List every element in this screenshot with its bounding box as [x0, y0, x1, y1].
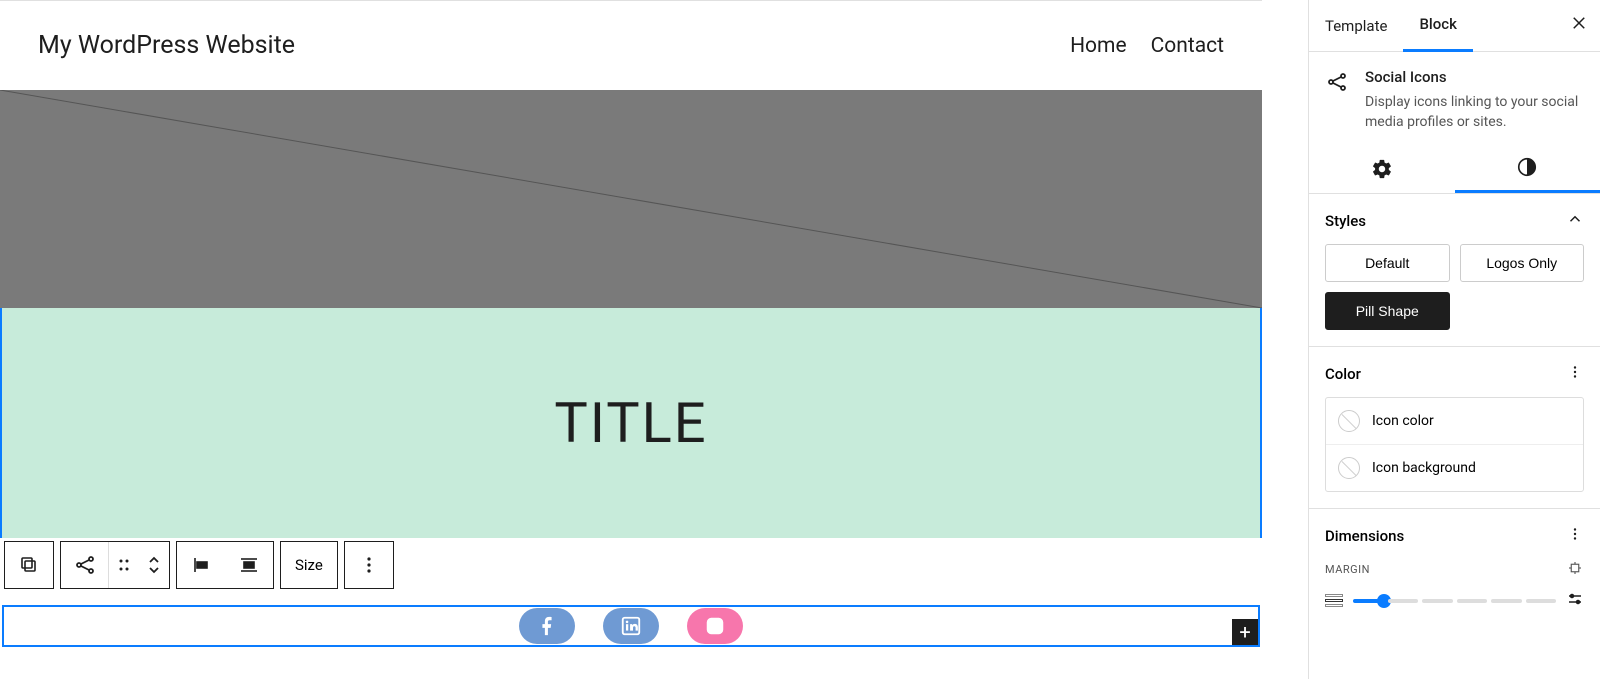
custom-size-icon[interactable]	[1566, 590, 1584, 612]
close-icon[interactable]	[1570, 14, 1588, 36]
share-icon[interactable]	[61, 542, 109, 588]
block-title: Social Icons	[1365, 68, 1584, 86]
margin-slider[interactable]	[1353, 599, 1556, 603]
settings-subtab[interactable]	[1309, 145, 1455, 193]
dimensions-panel: Dimensions MARGIN	[1309, 509, 1600, 628]
featured-image-placeholder[interactable]	[0, 90, 1262, 308]
nav-menu: Home Contact	[1070, 34, 1224, 58]
title-block[interactable]: TITLE	[0, 308, 1262, 538]
style-logos-only-button[interactable]: Logos Only	[1460, 244, 1585, 282]
more-options-icon[interactable]	[1566, 363, 1584, 385]
more-options-icon[interactable]	[1566, 525, 1584, 547]
inspector-subtabs	[1309, 145, 1600, 194]
unlink-sides-icon[interactable]	[1566, 559, 1584, 580]
nav-link-home[interactable]: Home	[1070, 34, 1127, 58]
nav-link-contact[interactable]: Contact	[1151, 34, 1224, 58]
icon-color-label: Icon color	[1372, 413, 1434, 429]
chevron-up-icon[interactable]	[1566, 210, 1584, 232]
settings-sidebar: Template Block Social Icons Display icon…	[1308, 0, 1600, 679]
icon-color-row[interactable]: Icon color	[1326, 398, 1583, 445]
size-button[interactable]: Size	[281, 542, 337, 588]
box-sides-icon	[1325, 594, 1343, 607]
tab-template[interactable]: Template	[1309, 0, 1403, 52]
icon-background-label: Icon background	[1372, 460, 1476, 476]
linkedin-icon[interactable]	[603, 608, 659, 644]
social-icons-block[interactable]: +	[2, 605, 1260, 647]
margin-label: MARGIN	[1325, 563, 1370, 576]
dimensions-heading: Dimensions	[1325, 527, 1404, 545]
style-default-button[interactable]: Default	[1325, 244, 1450, 282]
facebook-icon[interactable]	[519, 608, 575, 644]
empty-swatch-icon	[1338, 410, 1360, 432]
block-info: Social Icons Display icons linking to yo…	[1309, 52, 1600, 145]
empty-swatch-icon	[1338, 457, 1360, 479]
site-header: My WordPress Website Home Contact	[0, 1, 1262, 90]
style-pill-shape-button[interactable]: Pill Shape	[1325, 292, 1450, 330]
icon-background-row[interactable]: Icon background	[1326, 445, 1583, 491]
styles-panel: Styles Default Logos Only Pill Shape	[1309, 194, 1600, 347]
styles-subtab[interactable]	[1455, 145, 1600, 193]
parent-block-button[interactable]	[5, 542, 53, 588]
instagram-icon[interactable]	[687, 608, 743, 644]
block-description: Display icons linking to your social med…	[1365, 92, 1584, 133]
share-icon	[1325, 70, 1349, 133]
sidebar-tabs: Template Block	[1309, 0, 1600, 52]
color-panel: Color Icon color Icon background	[1309, 347, 1600, 509]
justify-icon[interactable]	[177, 542, 225, 588]
block-toolbar: Size	[4, 541, 394, 589]
editor-canvas: My WordPress Website Home Contact TITLE	[0, 0, 1262, 679]
color-heading: Color	[1325, 365, 1361, 383]
post-title[interactable]: TITLE	[554, 390, 707, 456]
drag-handle-icon[interactable]	[109, 542, 139, 588]
more-options-icon[interactable]	[345, 542, 393, 588]
align-icon[interactable]	[225, 542, 273, 588]
site-title[interactable]: My WordPress Website	[38, 31, 295, 60]
move-updown-icon[interactable]	[139, 542, 169, 588]
styles-heading: Styles	[1325, 212, 1366, 230]
add-block-button[interactable]: +	[1232, 619, 1258, 645]
tab-block[interactable]: Block	[1403, 0, 1472, 52]
